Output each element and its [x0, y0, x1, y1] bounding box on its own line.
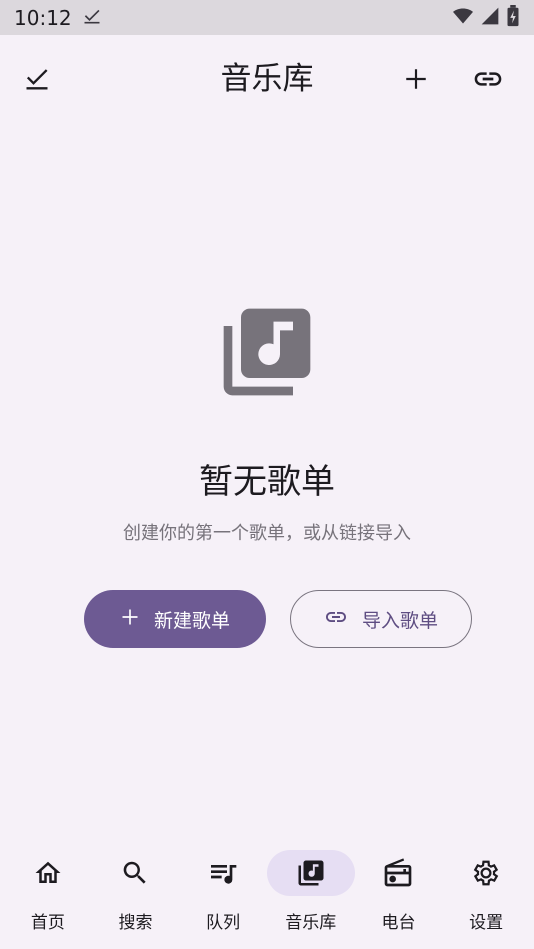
nav-label-radio: 电台 — [381, 913, 416, 933]
nav-item-queue[interactable]: 队列 — [180, 836, 266, 949]
nav-label-queue: 队列 — [206, 913, 241, 933]
library-music-icon — [215, 300, 319, 408]
empty-title: 暂无歌单 — [199, 462, 335, 502]
queue-music-icon — [179, 850, 267, 896]
nav-label-home: 首页 — [30, 913, 65, 933]
home-icon — [4, 850, 92, 896]
battery-icon — [506, 4, 520, 31]
action-buttons: 新建歌单 导入歌单 — [0, 590, 534, 648]
signal-icon — [480, 6, 500, 30]
nav-item-radio[interactable]: 电台 — [355, 836, 441, 949]
search-icon — [91, 850, 179, 896]
top-app-bar: 音乐库 — [0, 35, 534, 121]
link-icon[interactable] — [466, 57, 510, 101]
page-title: 音乐库 — [220, 61, 314, 97]
nav-label-library: 音乐库 — [285, 913, 337, 933]
download-done-icon — [82, 6, 102, 30]
create-playlist-label: 新建歌单 — [153, 609, 230, 632]
status-time: 10:12 — [14, 5, 72, 30]
link-icon — [324, 605, 348, 634]
settings-icon — [442, 850, 530, 896]
nav-label-search: 搜索 — [118, 913, 153, 933]
nav-item-home[interactable]: 首页 — [5, 836, 91, 949]
wifi-icon — [452, 6, 474, 30]
bottom-navigation: 首页 搜索 队列 音乐库 电台 设置 — [0, 836, 534, 949]
nav-item-settings[interactable]: 设置 — [443, 836, 529, 949]
library-music-icon — [266, 850, 355, 896]
empty-state: 暂无歌单 创建你的第一个歌单，或从链接导入 — [0, 300, 534, 545]
import-playlist-label: 导入歌单 — [361, 609, 438, 632]
import-playlist-button[interactable]: 导入歌单 — [290, 590, 472, 648]
nav-item-search[interactable]: 搜索 — [92, 836, 178, 949]
add-icon — [120, 607, 140, 632]
status-bar: 10:12 — [0, 0, 534, 35]
add-icon[interactable] — [394, 57, 438, 101]
radio-icon — [354, 850, 442, 896]
nav-label-settings: 设置 — [469, 913, 504, 933]
nav-item-library[interactable]: 音乐库 — [266, 836, 355, 949]
create-playlist-button[interactable]: 新建歌单 — [84, 590, 266, 648]
empty-subtitle: 创建你的第一个歌单，或从链接导入 — [123, 523, 411, 544]
